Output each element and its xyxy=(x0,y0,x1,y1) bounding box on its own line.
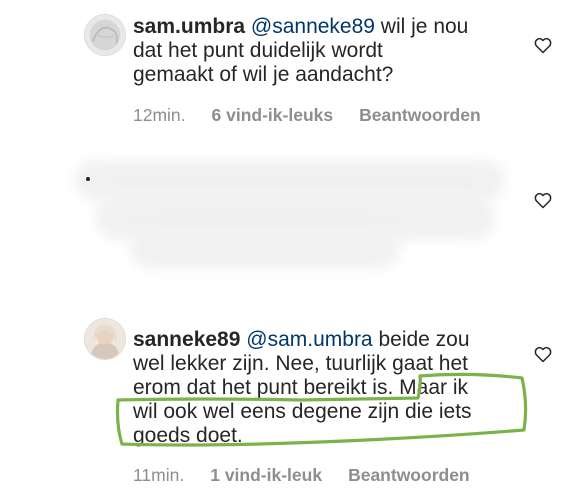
comment-body: sam.umbra @sanneke89 wil je nou dat het … xyxy=(133,15,468,87)
timestamp: 11min. xyxy=(133,465,185,485)
comment-meta: 11min. 1 vind-ik-leuk Beantwoorden xyxy=(133,465,470,486)
comment-text: beide zou xyxy=(372,328,470,351)
redaction-block xyxy=(75,160,505,200)
likes-count[interactable]: 1 vind-ik-leuk xyxy=(210,465,322,486)
avatar-image xyxy=(85,15,125,55)
timestamp: 12min. xyxy=(133,105,186,125)
username[interactable]: sanneke89 xyxy=(133,328,240,351)
avatar[interactable] xyxy=(84,318,126,360)
username[interactable]: sam.umbra xyxy=(133,15,245,38)
mention-link[interactable]: @sanneke89 xyxy=(251,15,375,38)
heart-outline-icon[interactable] xyxy=(533,344,553,364)
comment-text: dat het punt duidelijk wordt xyxy=(133,39,383,62)
comment-text: wil je nou xyxy=(374,15,469,38)
heart-outline-icon[interactable] xyxy=(533,35,553,55)
comment-text: wel lekker zijn. Nee, tuurlijk gaat het xyxy=(133,352,468,375)
comment-body: sanneke89 @sam.umbra beide zou wel lekke… xyxy=(133,328,472,448)
redaction-block xyxy=(130,228,400,268)
comment-meta: 12min. 6 vind-ik-leuks Beantwoorden xyxy=(133,105,481,126)
comment-text: erom dat het punt bereikt is. Maar ik xyxy=(133,376,468,399)
likes-count[interactable]: 6 vind-ik-leuks xyxy=(212,105,334,126)
comment-text: wil ook wel eens degene zijn die iets xyxy=(133,400,472,423)
comment-text: gemaakt of wil je aandacht? xyxy=(133,63,394,86)
comment-text: goeds doet. xyxy=(133,424,243,447)
avatar-image xyxy=(85,319,125,359)
avatar[interactable] xyxy=(84,14,126,56)
heart-outline-icon[interactable] xyxy=(533,190,553,210)
mention-link[interactable]: @sam.umbra xyxy=(246,328,372,351)
reply-button[interactable]: Beantwoorden xyxy=(359,105,481,126)
reply-button[interactable]: Beantwoorden xyxy=(348,465,470,486)
dot-mark xyxy=(86,177,90,181)
